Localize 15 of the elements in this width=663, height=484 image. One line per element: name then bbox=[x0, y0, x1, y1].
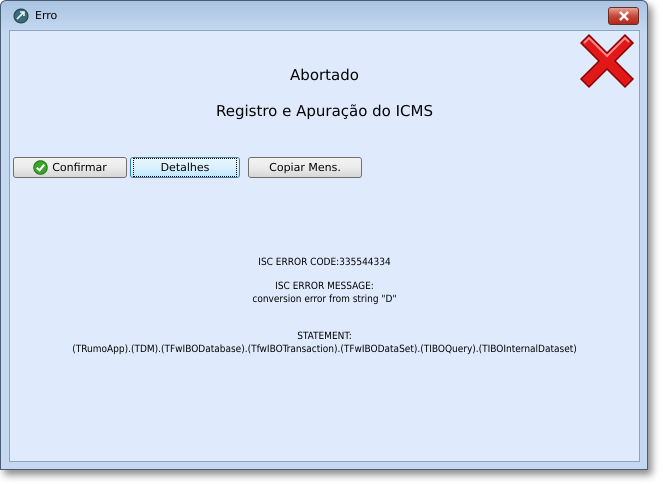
subheading: Registro e Apuração do ICMS bbox=[216, 102, 433, 120]
window-title: Erro bbox=[35, 9, 58, 22]
close-button[interactable] bbox=[608, 6, 639, 24]
button[interactable]: Copiar Mens. bbox=[248, 157, 362, 178]
app-icon bbox=[13, 8, 29, 24]
checkmark-icon bbox=[33, 160, 48, 175]
confirm-button[interactable]: Confirmar bbox=[13, 157, 127, 178]
button[interactable]: Detalhes bbox=[130, 157, 240, 178]
error-text: (TRumoApp).(TDM).(TFwIBODatabase).(TfwIBOTransaction).(TFwIBODataSet).(TIBOQuery).(TIBOInternalDataset) bbox=[72, 343, 577, 356]
error-text: ISC ERROR CODE:335544334 bbox=[257, 256, 392, 269]
error-text: STATEMENT: bbox=[296, 330, 353, 343]
error-text: ISC ERROR MESSAGE: bbox=[274, 280, 375, 293]
close-icon bbox=[618, 10, 630, 20]
heading: Abortado bbox=[290, 66, 359, 84]
error-text: conversion error from string "D" bbox=[251, 293, 398, 306]
